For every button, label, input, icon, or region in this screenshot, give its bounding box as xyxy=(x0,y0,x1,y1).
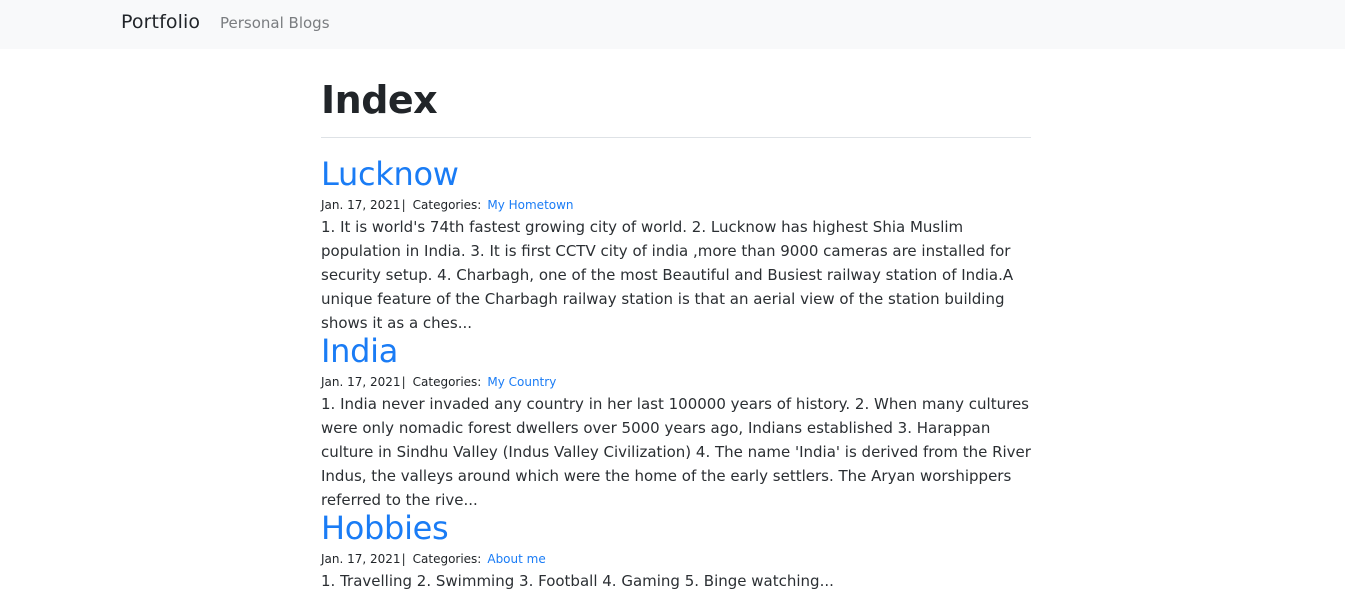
category-link[interactable]: About me xyxy=(487,552,545,566)
meta-separator: | xyxy=(401,198,406,212)
post-excerpt: 1. India never invaded any country in he… xyxy=(321,395,1031,509)
post-date: Jan. 17, 2021 xyxy=(321,375,401,389)
post-title-link[interactable]: India xyxy=(321,331,1033,371)
post-meta: Jan. 17, 2021| Categories: My Country xyxy=(321,374,1033,390)
meta-separator: | xyxy=(401,375,406,389)
post-hobbies: Hobbies Jan. 17, 2021| Categories: About m… xyxy=(321,508,1033,593)
meta-separator: | xyxy=(401,552,406,566)
category-link[interactable]: My Hometown xyxy=(487,198,573,212)
post-meta: Jan. 17, 2021| Categories: My Hometown xyxy=(321,197,1033,213)
categories-label: Categories: xyxy=(412,552,482,566)
post-title-link[interactable]: Lucknow xyxy=(321,154,1033,194)
post-excerpt: 1. Travelling 2. Swimming 3. Football 4.… xyxy=(321,572,834,590)
post-excerpt: 1. It is world's 74th fastest growing ci… xyxy=(321,218,1014,332)
post-date: Jan. 17, 2021 xyxy=(321,198,401,212)
navbar: Portfolio Personal Blogs xyxy=(0,0,1345,49)
post-india: India Jan. 17, 2021| Categories: My Countr… xyxy=(321,331,1033,512)
post-date: Jan. 17, 2021 xyxy=(321,552,401,566)
post-lucknow: Lucknow Jan. 17, 2021| Categories: My Home… xyxy=(321,154,1033,335)
nav-link-personal-blogs[interactable]: Personal Blogs xyxy=(220,14,330,32)
category-link[interactable]: My Country xyxy=(487,375,556,389)
title-divider xyxy=(321,137,1031,138)
categories-label: Categories: xyxy=(412,375,482,389)
post-meta: Jan. 17, 2021| Categories: About me xyxy=(321,551,1033,567)
page-title: Index xyxy=(321,78,438,122)
brand-link[interactable]: Portfolio xyxy=(121,11,200,33)
post-title-link[interactable]: Hobbies xyxy=(321,508,1033,548)
categories-label: Categories: xyxy=(412,198,482,212)
